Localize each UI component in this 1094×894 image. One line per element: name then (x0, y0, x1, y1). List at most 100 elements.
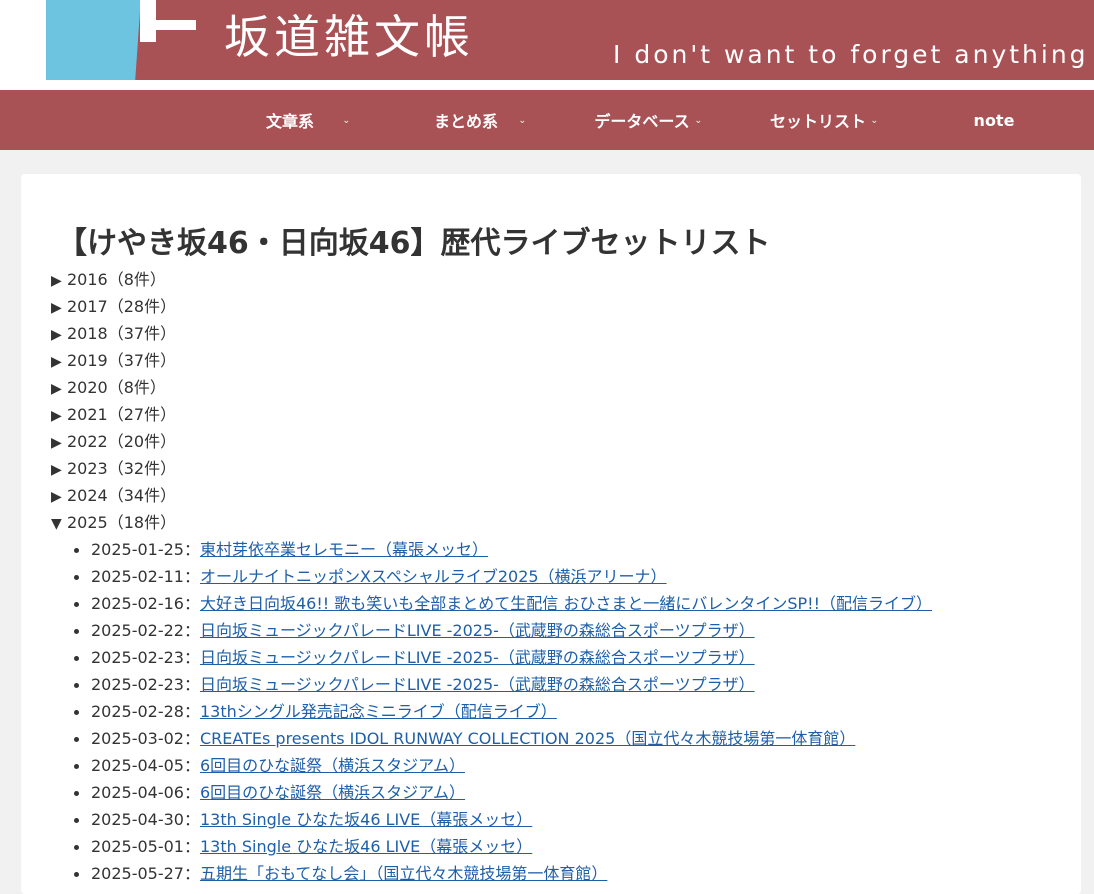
chevron-down-icon: ⌄ (518, 116, 526, 126)
year-toggle-2022[interactable]: ▶ 2022（20件） (51, 428, 1051, 455)
caret-right-icon: ▶ (51, 489, 62, 505)
bullet-icon (74, 629, 79, 634)
list-item: 2025-04-05：6回目のひな誕祭（横浜スタジアム） (74, 752, 1051, 779)
nav-item-label: 文章系 (265, 112, 314, 131)
separator: ： (183, 756, 200, 775)
year-list: ▶ 2016（8件） ▶ 2017（28件） ▶ 2018（37件） ▶ 2019（37… (51, 266, 1051, 887)
bullet-icon (74, 818, 79, 823)
event-date: 2025-02-28 (91, 702, 184, 721)
nav-item-label: まとめ系 (433, 112, 498, 131)
separator: ： (183, 675, 200, 694)
year-toggle-2018[interactable]: ▶ 2018（37件） (51, 320, 1051, 347)
list-item: 2025-01-25：東村芽依卒業セレモニー（幕張メッセ） (74, 536, 1051, 563)
event-link[interactable]: 6回目のひな誕祭（横浜スタジアム） (200, 783, 465, 802)
list-item: 2025-04-06：6回目のひな誕祭（横浜スタジアム） (74, 779, 1051, 806)
year-toggle-2025[interactable]: ▼ 2025（18件） (51, 509, 1051, 536)
year-label: 2022（20件） (67, 432, 177, 451)
list-item: 2025-02-28：13thシングル発売記念ミニライブ（配信ライブ） (74, 698, 1051, 725)
event-link[interactable]: CREATEs presents IDOL RUNWAY COLLECTION … (200, 729, 855, 748)
caret-right-icon: ▶ (51, 408, 62, 424)
separator: ： (183, 810, 200, 829)
separator: ： (183, 567, 200, 586)
list-item: 2025-05-27：五期生「おもてなし会」（国立代々木競技場第一体育館） (74, 860, 1051, 887)
nav-item-note[interactable]: note (906, 90, 1082, 150)
year-toggle-2016[interactable]: ▶ 2016（8件） (51, 266, 1051, 293)
year-label: 2025（18件） (67, 513, 177, 532)
year-label: 2024（34件） (67, 486, 177, 505)
caret-right-icon: ▶ (51, 327, 62, 343)
bullet-icon (74, 575, 79, 580)
year-label: 2018（37件） (67, 324, 177, 343)
bullet-icon (74, 683, 79, 688)
year-toggle-2021[interactable]: ▶ 2021（27件） (51, 401, 1051, 428)
event-date: 2025-04-06 (91, 783, 184, 802)
event-date: 2025-05-01 (91, 837, 184, 856)
year-toggle-2024[interactable]: ▶ 2024（34件） (51, 482, 1051, 509)
bullet-icon (74, 548, 79, 553)
year-toggle-2017[interactable]: ▶ 2017（28件） (51, 293, 1051, 320)
event-link[interactable]: 13th Single ひなた坂46 LIVE（幕張メッセ） (200, 810, 532, 829)
year-toggle-2023[interactable]: ▶ 2023（32件） (51, 455, 1051, 482)
separator: ： (183, 729, 200, 748)
nav-item-label: note (973, 110, 1015, 130)
separator: ： (183, 702, 200, 721)
event-link[interactable]: 日向坂ミュージックパレードLIVE -2025-（武蔵野の森総合スポーツプラザ） (200, 675, 755, 694)
nav-item-summaries[interactable]: まとめ系 ⌄ (378, 90, 554, 150)
chevron-down-icon: ⌄ (342, 116, 350, 126)
site-title[interactable]: 坂道雑文帳 (224, 14, 474, 60)
chevron-down-icon: ⌄ (870, 116, 878, 126)
caret-right-icon: ▶ (51, 354, 62, 370)
event-date: 2025-02-23 (91, 675, 184, 694)
nav-item-label: データベース (594, 112, 690, 131)
event-link[interactable]: 日向坂ミュージックパレードLIVE -2025-（武蔵野の森総合スポーツプラザ） (200, 648, 755, 667)
event-link[interactable]: オールナイトニッポンXスペシャルライブ2025（横浜アリーナ） (200, 567, 667, 586)
list-item: 2025-02-23：日向坂ミュージックパレードLIVE -2025-（武蔵野の… (74, 671, 1051, 698)
separator: ： (183, 594, 200, 613)
event-link[interactable]: 日向坂ミュージックパレードLIVE -2025-（武蔵野の森総合スポーツプラザ） (200, 621, 755, 640)
separator: ： (183, 540, 200, 559)
nav-item-articles[interactable]: 文章系 ⌄ (202, 90, 378, 150)
bullet-icon (74, 872, 79, 877)
event-date: 2025-03-02 (91, 729, 184, 748)
event-list-2025: 2025-01-25：東村芽依卒業セレモニー（幕張メッセ） 2025-02-11… (51, 536, 1051, 887)
event-link[interactable]: 五期生「おもてなし会」（国立代々木競技場第一体育館） (200, 864, 607, 883)
event-date: 2025-01-25 (91, 540, 184, 559)
event-date: 2025-04-30 (91, 810, 184, 829)
bullet-icon (74, 764, 79, 769)
year-label: 2017（28件） (67, 297, 177, 316)
bullet-icon (74, 656, 79, 661)
list-item: 2025-03-02：CREATEs presents IDOL RUNWAY … (74, 725, 1051, 752)
year-toggle-2019[interactable]: ▶ 2019（37件） (51, 347, 1051, 374)
nav-item-database[interactable]: データベース ⌄ (554, 90, 730, 150)
chevron-down-icon: ⌄ (694, 116, 702, 126)
event-date: 2025-04-05 (91, 756, 184, 775)
event-link[interactable]: 13thシングル発売記念ミニライブ（配信ライブ） (200, 702, 557, 721)
nav-item-setlist[interactable]: セットリスト ⌄ (730, 90, 906, 150)
event-link[interactable]: 東村芽依卒業セレモニー（幕張メッセ） (200, 540, 488, 559)
separator: ： (183, 648, 200, 667)
caret-right-icon: ▶ (51, 462, 62, 478)
separator: ： (183, 783, 200, 802)
year-label: 2016（8件） (67, 270, 166, 289)
site-tagline: I don't want to forget anything if (613, 40, 1094, 69)
separator: ： (183, 864, 200, 883)
list-item: 2025-02-23：日向坂ミュージックパレードLIVE -2025-（武蔵野の… (74, 644, 1051, 671)
event-link[interactable]: 13th Single ひなた坂46 LIVE（幕張メッセ） (200, 837, 532, 856)
article-card: 【けやき坂46・日向坂46】歴代ライブセットリスト ▶ 2016（8件） ▶ 201… (21, 174, 1081, 894)
bullet-icon (74, 737, 79, 742)
main-nav: 文章系 ⌄ まとめ系 ⌄ データベース ⌄ セットリスト ⌄ note (0, 90, 1094, 150)
header-banner[interactable]: 坂道雑文帳 I don't want to forget anything if (46, 0, 1094, 80)
bullet-icon (74, 791, 79, 796)
banner-logo-mark (140, 0, 200, 42)
event-link[interactable]: 大好き日向坂46!! 歌も笑いも全部まとめて生配信 おひさまと一緒にバレンタイン… (200, 594, 932, 613)
list-item: 2025-02-11：オールナイトニッポンXスペシャルライブ2025（横浜アリー… (74, 563, 1051, 590)
list-item: 2025-04-30：13th Single ひなた坂46 LIVE（幕張メッセ… (74, 806, 1051, 833)
page-title: 【けやき坂46・日向坂46】歴代ライブセットリスト (57, 226, 771, 261)
year-toggle-2020[interactable]: ▶ 2020（8件） (51, 374, 1051, 401)
bullet-icon (74, 710, 79, 715)
event-date: 2025-02-23 (91, 648, 184, 667)
event-link[interactable]: 6回目のひな誕祭（横浜スタジアム） (200, 756, 465, 775)
year-label: 2020（8件） (67, 378, 166, 397)
event-date: 2025-02-11 (91, 567, 184, 586)
event-date: 2025-02-22 (91, 621, 184, 640)
